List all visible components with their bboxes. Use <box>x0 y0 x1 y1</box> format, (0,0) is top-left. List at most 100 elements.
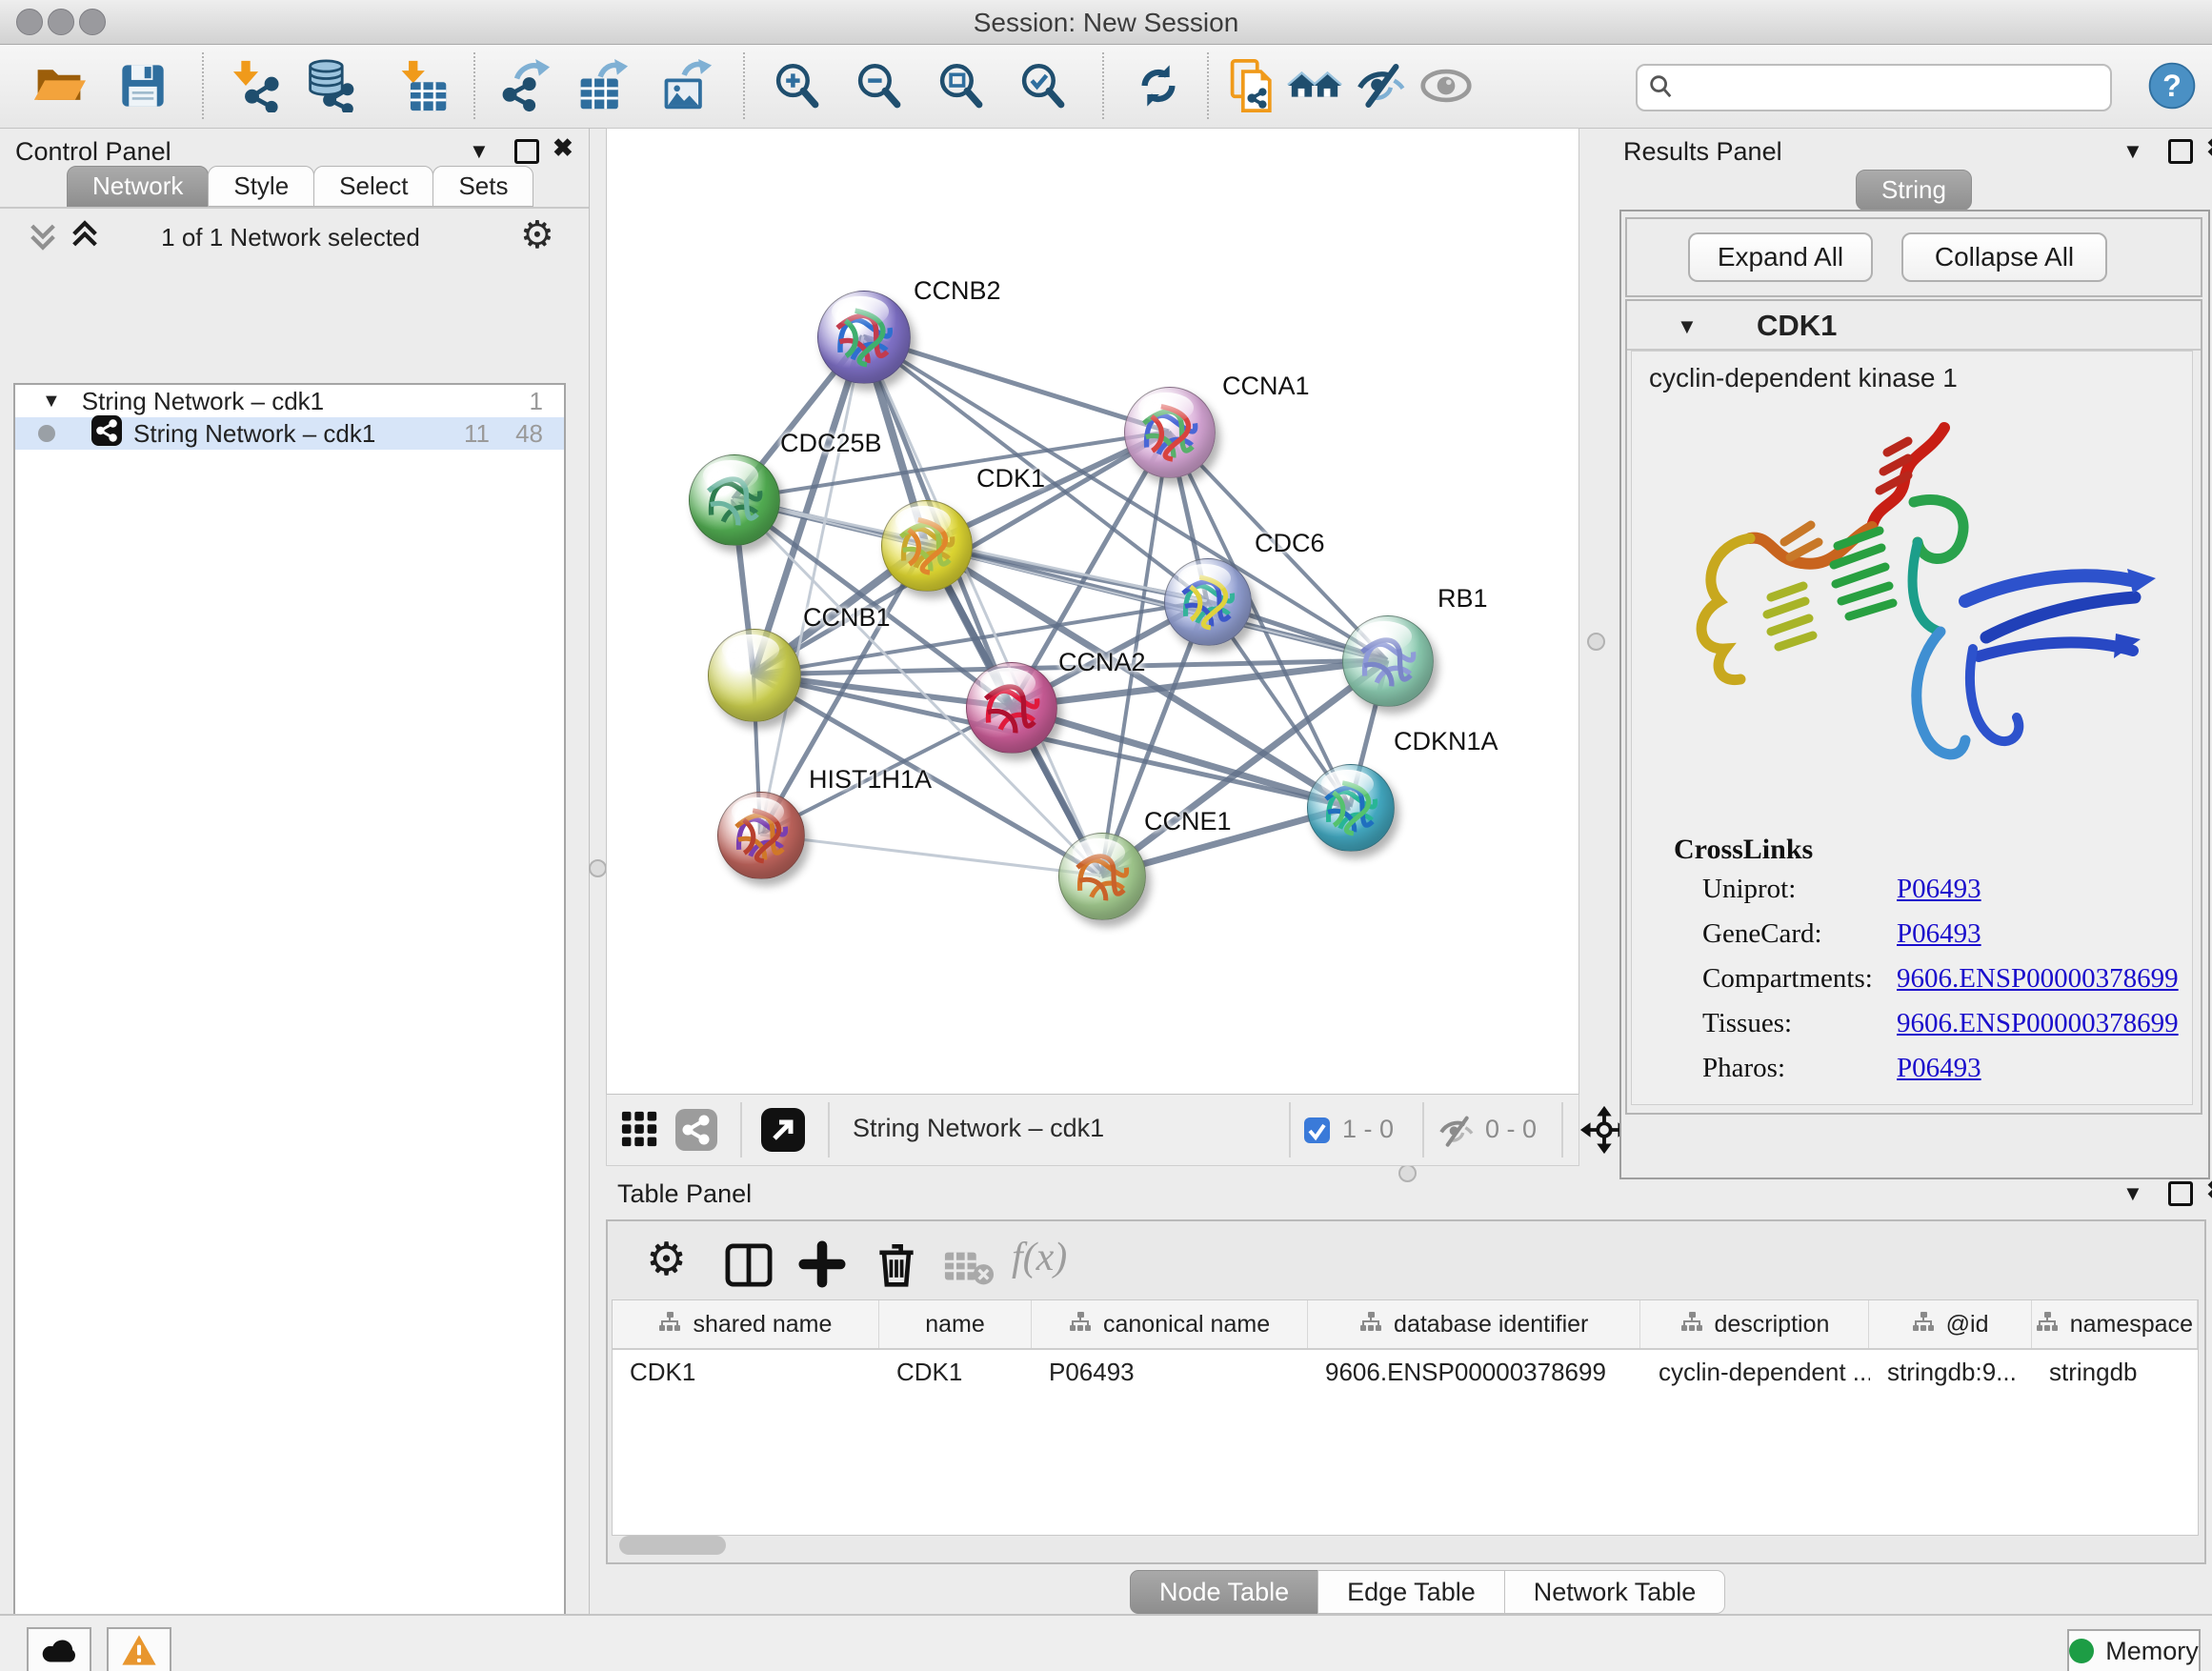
network-node-HIST1H1A[interactable] <box>717 792 805 879</box>
crosslink-link[interactable]: P06493 <box>1897 918 1981 950</box>
control-panel-float-icon[interactable]: ▼ <box>469 139 490 164</box>
zoom-fit-icon[interactable] <box>930 52 991 119</box>
import-table-file-icon[interactable] <box>392 52 453 119</box>
crosslink-link[interactable]: P06493 <box>1897 874 1981 905</box>
network-row-selected[interactable]: String Network – cdk1 11 48 <box>15 417 564 450</box>
open-in-window-icon[interactable] <box>761 1108 805 1157</box>
first-neighbors-icon[interactable] <box>1284 52 1345 119</box>
cloud-button[interactable] <box>27 1627 91 1671</box>
tab-sets[interactable]: Sets <box>432 166 533 207</box>
network-node-CCNA1[interactable] <box>1124 387 1216 478</box>
edge-CCNE1-HIST1H1A[interactable] <box>760 835 1101 876</box>
cdk1-collapse-icon[interactable]: ▼ <box>1677 314 1698 339</box>
table-hscrollbar-thumb[interactable] <box>619 1536 726 1555</box>
table-cell[interactable]: P06493 <box>1032 1350 1308 1394</box>
crosslink-link[interactable]: 9606.ENSP00000378699 <box>1897 963 2179 995</box>
column-header-description[interactable]: description <box>1640 1300 1869 1348</box>
refresh-icon[interactable] <box>1128 52 1189 119</box>
delete-table-icon[interactable] <box>943 1248 995 1291</box>
crosslinks-title: CrossLinks <box>1674 834 1813 866</box>
import-network-database-icon[interactable] <box>301 52 362 119</box>
export-network-icon[interactable] <box>493 52 554 119</box>
zoom-out-icon[interactable] <box>848 52 909 119</box>
tab-node-table[interactable]: Node Table <box>1130 1570 1318 1614</box>
hidden-eye-icon[interactable] <box>1438 1112 1476 1155</box>
column-header-canonical-name[interactable]: canonical name <box>1032 1300 1308 1348</box>
network-node-CDK1[interactable] <box>881 500 973 592</box>
zoom-selected-icon[interactable] <box>1012 52 1073 119</box>
network-canvas[interactable]: CCNB2CCNA1CDC25BCDK1CDC6RB1CCNB1CCNA2CDK… <box>606 128 1579 1096</box>
crosslink-link[interactable]: P06493 <box>1897 1053 1981 1084</box>
birds-eye-view-icon[interactable] <box>620 1110 660 1155</box>
column-header-namespace[interactable]: namespace <box>2032 1300 2198 1348</box>
memory-button[interactable]: Memory <box>2067 1629 2201 1671</box>
network-collection-row[interactable]: ▼ String Network – cdk1 1 <box>15 385 564 417</box>
edge-CCNA2-CDKN1A[interactable] <box>1011 707 1350 807</box>
table-row[interactable]: CDK1CDK1P064939606.ENSP00000378699cyclin… <box>613 1350 2198 1394</box>
network-node-CDC25B[interactable] <box>689 454 780 546</box>
collapse-all-button[interactable]: Collapse All <box>1901 232 2107 282</box>
search-input[interactable] <box>1683 72 2110 104</box>
network-node-CDC6[interactable] <box>1164 558 1252 646</box>
column-header-@id[interactable]: @id <box>1869 1300 2031 1348</box>
open-session-icon[interactable] <box>29 52 90 119</box>
create-column-icon[interactable] <box>798 1240 846 1293</box>
column-header-shared-name[interactable]: shared name <box>613 1300 879 1348</box>
column-header-name[interactable]: name <box>879 1300 1032 1348</box>
table-panel-undock-icon[interactable] <box>2168 1181 2193 1206</box>
crosslink-link[interactable]: 9606.ENSP00000378699 <box>1897 1008 2179 1039</box>
table-panel-float-icon[interactable]: ▼ <box>2122 1181 2143 1206</box>
network-node-CCNB2[interactable] <box>817 291 911 384</box>
expand-all-networks-icon[interactable] <box>69 219 101 256</box>
network-list-options-gear-icon[interactable]: ⚙ <box>520 213 554 257</box>
control-panel-close-icon[interactable]: ✖ <box>553 135 573 160</box>
column-header-database-identifier[interactable]: database identifier <box>1308 1300 1641 1348</box>
table-cell[interactable]: 9606.ENSP00000378699 <box>1308 1350 1641 1394</box>
tab-style[interactable]: Style <box>208 166 314 207</box>
tab-string[interactable]: String <box>1856 170 1972 211</box>
help-icon[interactable]: ? <box>2142 52 2202 119</box>
left-splitter-handle[interactable] <box>589 859 607 877</box>
node-label-CDKN1A: CDKN1A <box>1394 727 1498 756</box>
export-image-icon[interactable] <box>655 52 716 119</box>
function-builder-icon[interactable]: f(x) <box>1012 1235 1067 1280</box>
hide-selected-icon[interactable] <box>1351 52 1412 119</box>
show-columns-icon[interactable] <box>724 1242 774 1293</box>
table-panel-close-icon[interactable]: ✖ <box>2206 1178 2212 1202</box>
network-node-CCNA2[interactable] <box>966 662 1057 754</box>
edge-CCNB2-CCNE1[interactable] <box>863 336 1101 876</box>
results-panel-float-icon[interactable]: ▼ <box>2122 139 2143 164</box>
tab-edge-table[interactable]: Edge Table <box>1317 1570 1505 1614</box>
warnings-button[interactable] <box>107 1627 171 1671</box>
expand-all-button[interactable]: Expand All <box>1688 232 1873 282</box>
save-session-icon[interactable] <box>112 52 173 119</box>
tab-select[interactable]: Select <box>313 166 433 207</box>
selected-checkbox-icon[interactable] <box>1304 1117 1330 1148</box>
results-panel-undock-icon[interactable] <box>2168 139 2193 164</box>
delete-column-trash-icon[interactable] <box>873 1238 920 1293</box>
results-panel-close-icon[interactable]: ✖ <box>2206 135 2212 160</box>
network-type-icon[interactable] <box>675 1109 717 1156</box>
network-node-CDKN1A[interactable] <box>1307 764 1395 852</box>
table-cell[interactable]: cyclin-dependent ... <box>1641 1350 1870 1394</box>
clone-network-icon[interactable] <box>1223 52 1284 119</box>
table-options-gear-icon[interactable]: ⚙ <box>646 1233 687 1286</box>
show-all-icon[interactable] <box>1416 52 1477 119</box>
network-node-CCNB1[interactable] <box>708 629 801 722</box>
network-node-CCNE1[interactable] <box>1058 833 1146 920</box>
zoom-in-icon[interactable] <box>766 52 827 119</box>
control-panel-undock-icon[interactable] <box>514 139 539 164</box>
table-hscrollbar-track[interactable] <box>615 1536 2193 1555</box>
export-table-icon[interactable] <box>572 52 633 119</box>
table-cell[interactable]: stringdb:9... <box>1870 1350 2032 1394</box>
import-network-file-icon[interactable] <box>229 52 290 119</box>
collection-expand-icon[interactable]: ▼ <box>42 391 61 413</box>
table-cell[interactable]: stringdb <box>2032 1350 2198 1394</box>
network-node-RB1[interactable] <box>1342 615 1434 707</box>
tab-network[interactable]: Network <box>67 166 209 207</box>
collapse-all-networks-icon[interactable] <box>27 219 59 256</box>
table-cell[interactable]: CDK1 <box>879 1350 1032 1394</box>
table-cell[interactable]: CDK1 <box>613 1350 879 1394</box>
tab-network-table[interactable]: Network Table <box>1504 1570 1726 1614</box>
edge-CDC25B-RB1[interactable] <box>734 499 1387 660</box>
